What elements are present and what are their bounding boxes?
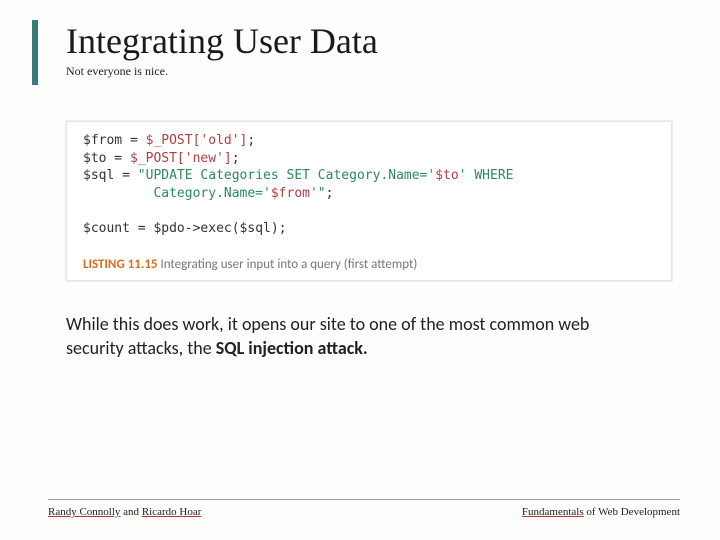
slide-title: Integrating User Data	[66, 20, 680, 62]
code-token: $from	[83, 133, 122, 148]
body-bold: SQL injection attack.	[216, 337, 368, 359]
code-token: =	[114, 168, 137, 183]
code-token: Category.Name='	[83, 186, 271, 201]
footer-and: and	[120, 506, 141, 518]
code-token: $pdo->exec($sql)	[153, 221, 278, 236]
slide-subtitle: Not everyone is nice.	[66, 64, 680, 79]
body-paragraph: While this does work, it opens our site …	[66, 313, 640, 360]
listing-caption: LISTING 11.15 Integrating user input int…	[83, 251, 655, 272]
author-2: Ricardo Hoar	[142, 506, 202, 518]
footer-right: Fundamentals of Web Development	[522, 506, 680, 518]
accent-bar	[32, 20, 38, 85]
code-token: $sql	[83, 168, 114, 183]
footer: Randy Connolly and Ricardo Hoar Fundamen…	[48, 499, 680, 518]
listing-label: LISTING 11.15	[83, 257, 158, 272]
code-token: '"	[310, 186, 326, 201]
code-token: =	[106, 151, 129, 166]
code-token: $_POST['old']	[146, 133, 248, 148]
code-token: ;	[247, 133, 255, 148]
code-token: ;	[232, 151, 240, 166]
code-token: $to	[83, 151, 106, 166]
code-token: ' WHERE	[459, 168, 514, 183]
listing-text: Integrating user input into a query (fir…	[158, 257, 418, 272]
slide: Integrating User Data Not everyone is ni…	[0, 0, 720, 540]
code-token: $to	[435, 168, 458, 183]
author-1: Randy Connolly	[48, 506, 120, 518]
code-token: $count	[83, 221, 130, 236]
code-token: ;	[279, 221, 287, 236]
book-title-part: Fundamentals	[522, 506, 584, 518]
footer-left: Randy Connolly and Ricardo Hoar	[48, 506, 201, 518]
code-token: $from	[271, 186, 310, 201]
code-token: $_POST['new']	[130, 151, 232, 166]
code-token: =	[122, 133, 145, 148]
code-token: =	[130, 221, 153, 236]
code-token: "UPDATE Categories SET Category.Name='	[138, 168, 435, 183]
book-title-rest: of Web Development	[584, 506, 680, 518]
code-content: $from = $_POST['old']; $to = $_POST['new…	[83, 132, 655, 237]
code-token: ;	[326, 186, 334, 201]
code-listing: $from = $_POST['old']; $to = $_POST['new…	[66, 121, 672, 281]
